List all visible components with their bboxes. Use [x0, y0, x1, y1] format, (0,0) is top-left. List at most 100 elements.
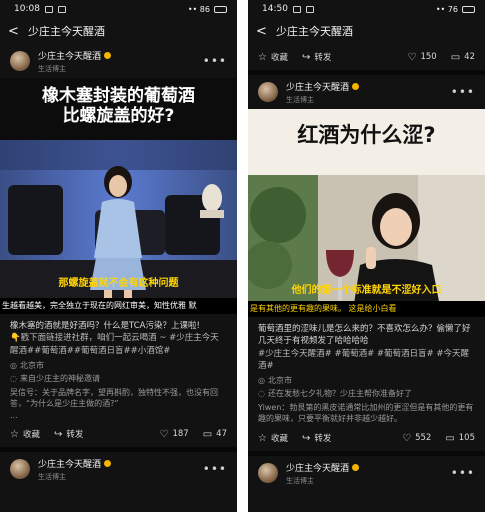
favorite-button[interactable]: ☆ 收藏 — [258, 432, 288, 445]
location-pin-icon: ◎ — [10, 360, 17, 370]
comment-count: 105 — [458, 433, 475, 444]
battery-icon — [214, 5, 227, 13]
video-title-area: 红酒为什么涩? — [248, 109, 485, 175]
next-post-author-row[interactable]: 少庄主今天醒酒 生活博主 ••• — [248, 456, 485, 490]
prev-post-actions: ☆ 收藏 ↪ 转发 ♡ 150 ▭ 42 — [248, 44, 485, 70]
like-count: 150 — [420, 52, 437, 62]
more-options-icon[interactable]: ••• — [451, 85, 475, 99]
featured-comment[interactable]: 吴信号：关于品牌名字，望再斟酌，独特性不强，也没有回答，“为什么是少庄主做的酒?… — [0, 386, 237, 422]
app-icon — [57, 5, 66, 13]
share-label: 转发 — [66, 430, 84, 441]
notification-icon — [292, 5, 301, 13]
avatar[interactable] — [258, 463, 278, 484]
video-subtitle: 他们的第一个标准就是不涩好入口 — [291, 285, 442, 296]
verified-badge-icon — [104, 459, 112, 467]
post-line1: 橡木塞的酒就是好酒吗？什么是TCA污染？上课啦! — [10, 321, 200, 331]
location-text[interactable]: 北京市 — [268, 376, 292, 385]
like-button[interactable]: ♡ 552 — [402, 433, 431, 444]
post-meta: ◎ 北京市 ◌ 还在发愁七夕礼物？少庄主帮你准备好了 — [248, 372, 485, 401]
like-button[interactable]: ♡ 187 — [160, 429, 189, 440]
link-icon: ◌ — [10, 373, 17, 383]
status-signal: •• 76 — [435, 4, 458, 14]
share-label: 转发 — [314, 434, 332, 445]
status-time: 10:08 — [14, 4, 40, 14]
author-subtitle: 生活博主 — [38, 472, 66, 481]
nav-title: 少庄主今天醒酒 — [276, 25, 353, 38]
source-link[interactable]: 还在发愁七夕礼物？少庄主帮你准备好了 — [268, 389, 412, 398]
author-name[interactable]: 少庄主今天醒酒 — [38, 49, 101, 62]
back-arrow-icon[interactable]: < — [8, 24, 22, 39]
verified-badge-icon — [352, 82, 360, 90]
comment-text: Yiwen：勃艮第的黑皮诺通常比加州的更涩但是有其他的更有趣的果味，只要平衡就好… — [258, 402, 474, 424]
verified-badge-icon — [352, 463, 360, 471]
comment-button[interactable]: ▭ 42 — [451, 52, 475, 63]
star-icon: ☆ — [258, 51, 267, 63]
more-options-icon[interactable]: ••• — [203, 462, 227, 476]
comment-more: ... — [10, 410, 18, 420]
video-title-line2: 比螺旋盖的好? — [62, 106, 175, 127]
share-icon: ↪ — [301, 51, 311, 63]
share-button[interactable]: ↪ 转发 — [301, 51, 331, 64]
post-actions: ☆ 收藏 ↪ 转发 ♡ 552 ▭ 105 — [248, 425, 485, 451]
video-player[interactable]: 红酒为什么涩? 他们的第一个标准就是不涩好入口 是有其他的更有趣的果味。 这是给… — [248, 109, 485, 317]
author-row[interactable]: 少庄主今天醒酒 生活博主 ••• — [0, 44, 237, 78]
avatar[interactable] — [10, 459, 30, 480]
heart-icon: ♡ — [407, 51, 417, 63]
avatar[interactable] — [10, 51, 30, 71]
comment-icon: ▭ — [202, 428, 213, 440]
video-player[interactable]: 橡木塞封装的葡萄酒 比螺旋盖的好? 那螺旋盖就不会有这种问题 生越看越美，完全独… — [0, 78, 237, 314]
author-name[interactable]: 少庄主今天醒酒 — [286, 461, 349, 474]
video-subtitle: 那螺旋盖就不会有这种问题 — [58, 278, 179, 289]
author-subtitle: 生活博主 — [286, 476, 314, 485]
share-icon: ↪ — [301, 432, 311, 444]
favorite-button[interactable]: ☆ 收藏 — [10, 428, 40, 441]
video-title-area: 橡木塞封装的葡萄酒 比螺旋盖的好? — [0, 78, 237, 140]
location-pin-icon: ◎ — [258, 376, 265, 386]
comment-icon: ▭ — [445, 432, 455, 444]
featured-comment[interactable]: Yiwen：勃艮第的黑皮诺通常比加州的更涩但是有其他的更有趣的果味，只要平衡就好… — [248, 401, 485, 425]
share-icon: ↪ — [53, 428, 63, 440]
app-icon — [305, 5, 314, 13]
favorite-label: 收藏 — [270, 53, 288, 63]
post-text: 葡萄酒里的涩味儿是怎么来的？不喜欢怎么办？偷懒了好几天终于有视频发了哈哈哈哈 #… — [248, 317, 485, 372]
comment-button[interactable]: ▭ 47 — [203, 429, 227, 440]
post-text: 橡木塞的酒就是好酒吗？什么是TCA污染？上课啦! 👇戳下面链接进社群，咱们一起云… — [0, 314, 237, 357]
location-text[interactable]: 北京市 — [20, 361, 44, 370]
comment-count: 47 — [216, 429, 227, 440]
heart-icon: ♡ — [402, 432, 412, 444]
favorite-label: 收藏 — [270, 434, 288, 445]
top-nav: < 少庄主今天醒酒 — [248, 18, 485, 44]
avatar[interactable] — [258, 82, 278, 102]
top-nav: < 少庄主今天醒酒 — [0, 18, 237, 44]
author-row[interactable]: 少庄主今天醒酒 生活博主 ••• — [248, 75, 485, 109]
source-link[interactable]: 来自少庄主的神秘邀请 — [20, 374, 100, 383]
more-options-icon[interactable]: ••• — [203, 54, 227, 68]
author-name[interactable]: 少庄主今天醒酒 — [38, 457, 101, 470]
post-actions: ☆ 收藏 ↪ 转发 ♡ 187 ▭ 47 — [0, 421, 237, 447]
share-button[interactable]: ↪ 转发 — [53, 428, 84, 441]
back-arrow-icon[interactable]: < — [256, 24, 270, 39]
comment-count: 42 — [464, 52, 475, 62]
comment-text: 吴信号：关于品牌名字，望再斟酌，独特性不强，也没有回答，“为什么是少庄主做的酒?… — [10, 387, 218, 409]
more-options-icon[interactable]: ••• — [451, 466, 475, 480]
author-subtitle: 生活博主 — [38, 64, 66, 73]
author-name[interactable]: 少庄主今天醒酒 — [286, 80, 349, 93]
verified-badge-icon — [104, 51, 112, 59]
video-ticker: 是有其他的更有趣的果味。 这是给小白看 — [248, 301, 485, 317]
post-line2[interactable]: 👇戳下面链接进社群，咱们一起云喝酒 ~ #少庄主今天醒酒##葡萄酒##葡萄酒日盲… — [10, 332, 227, 357]
video-title-line1: 橡木塞封装的葡萄酒 — [42, 86, 195, 106]
video-ticker: 生越看越美，完全独立于现在的网红审美，知性优雅 默 — [0, 298, 237, 314]
like-count: 187 — [172, 429, 189, 440]
next-post-author-row[interactable]: 少庄主今天醒酒 生活博主 ••• — [0, 452, 237, 486]
author-subtitle: 生活博主 — [286, 95, 314, 104]
status-time: 14:50 — [262, 4, 288, 14]
share-button[interactable]: ↪ 转发 — [301, 432, 332, 445]
favorite-button[interactable]: ☆ 收藏 — [258, 51, 288, 64]
comment-button[interactable]: ▭ 105 — [445, 433, 475, 444]
like-button[interactable]: ♡ 150 — [408, 52, 437, 63]
video-title: 红酒为什么涩? — [297, 123, 436, 147]
favorite-label: 收藏 — [22, 430, 40, 441]
post-line1: 葡萄酒里的涩味儿是怎么来的？不喜欢怎么办？偷懒了好几天终于有视频发了哈哈哈哈 — [258, 324, 471, 347]
post-line2[interactable]: #少庄主今天醒酒# #葡萄酒# #葡萄酒日盲# #今天醒酒# — [258, 348, 475, 373]
link-icon: ◌ — [258, 389, 265, 399]
